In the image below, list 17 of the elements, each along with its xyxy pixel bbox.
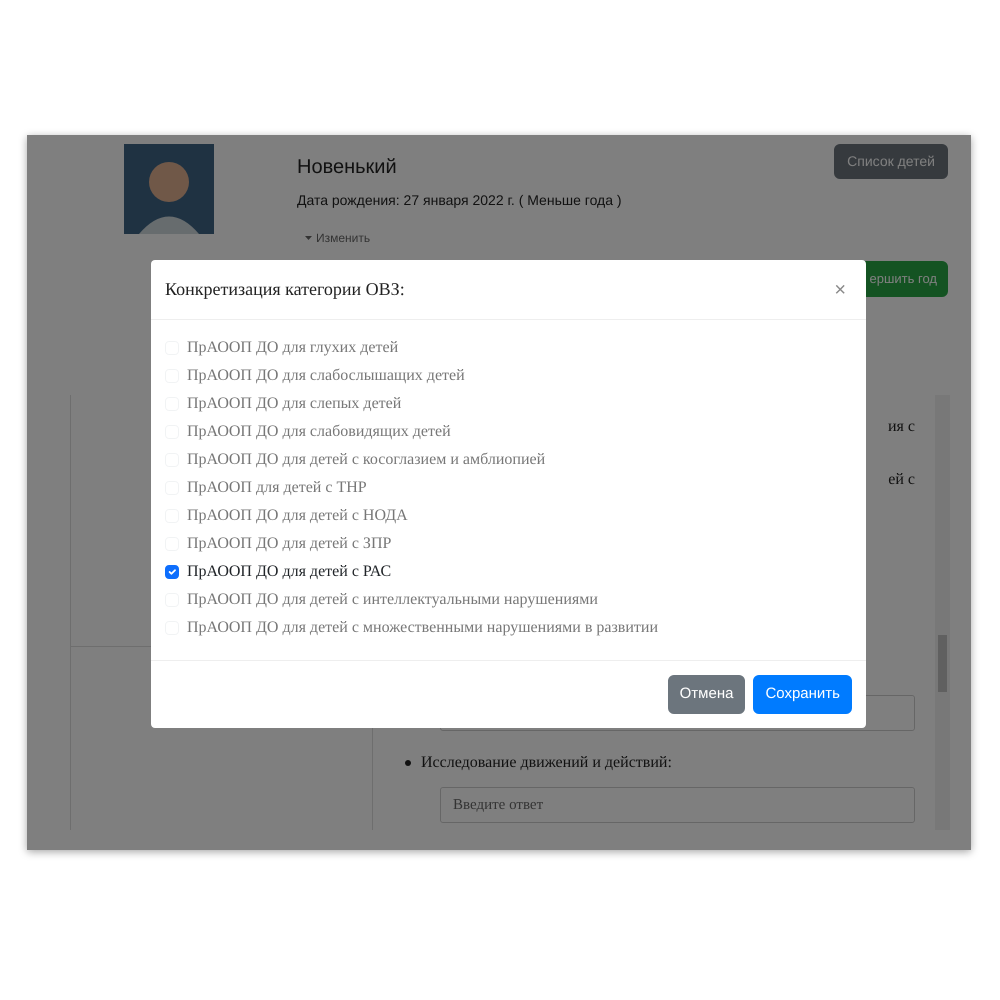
option-label: ПрАООП ДО для слепых детей bbox=[187, 394, 402, 414]
option-label: ПрАООП ДО для детей с НОДА bbox=[187, 506, 408, 526]
birth-date-text: Дата рождения: 27 января 2022 г. ( Меньше года ) bbox=[297, 191, 622, 210]
text-fragment: ия с bbox=[888, 418, 915, 435]
question-label: Исследование движений и действий: bbox=[421, 753, 672, 773]
option-label: ПрАООП ДО для детей с РАС bbox=[187, 562, 392, 582]
option-label: ПрАООП ДО для детей с ЗПР bbox=[187, 534, 392, 554]
option-label: ПрАООП ДО для детей с множественными нарушениями в развитии bbox=[187, 618, 658, 638]
option-label: ПрАООП ДО для детей с интеллектуальными нарушениями bbox=[187, 590, 598, 610]
option-label: ПрАООП ДО для детей с косоглазием и амблиопией bbox=[187, 450, 546, 470]
option-label: ПрАООП ДО для слабослышащих детей bbox=[187, 366, 465, 386]
dialog-title: Конкретизация категории ОВЗ: bbox=[165, 278, 405, 301]
child-name: Новенький bbox=[297, 155, 398, 180]
option-label: ПрАООП ДО для глухих детей bbox=[187, 338, 398, 358]
option-label: ПрАООП для детей с ТНР bbox=[187, 478, 367, 498]
option-label: ПрАООП ДО для слабовидящих детей bbox=[187, 422, 451, 442]
text-fragment: ей с bbox=[888, 471, 915, 488]
